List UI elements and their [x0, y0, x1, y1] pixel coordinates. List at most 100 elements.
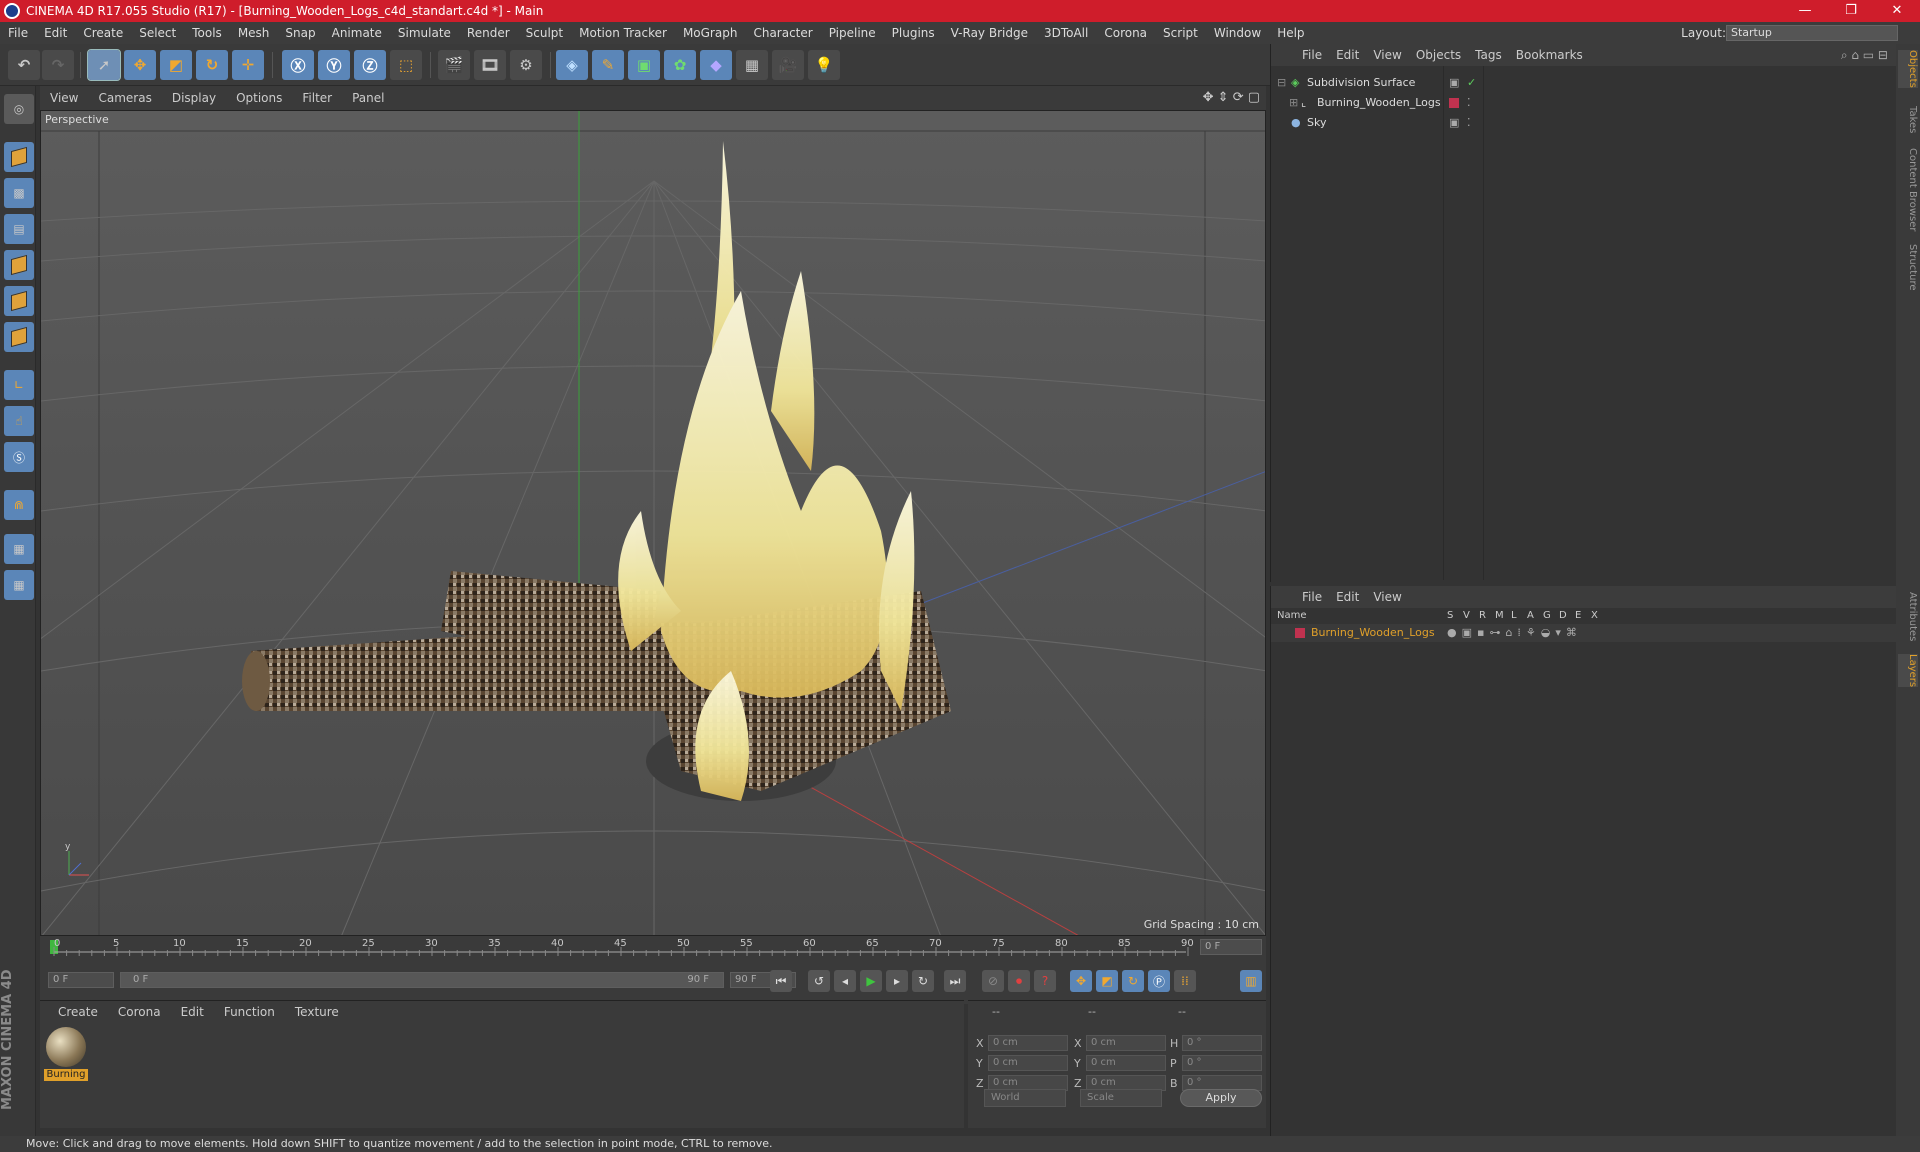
apply-button[interactable]: Apply — [1180, 1089, 1262, 1107]
camera-icon[interactable]: 🎥 — [772, 50, 804, 80]
autokey-icon[interactable]: ⏺ — [1008, 970, 1030, 992]
menu-simulate[interactable]: Simulate — [390, 26, 459, 40]
tab-objects[interactable]: Objects — [1898, 50, 1918, 88]
minimize-button[interactable]: — — [1782, 0, 1828, 22]
record-keys-icon[interactable]: ⊘ — [982, 970, 1004, 992]
viewport-menu-filter[interactable]: Filter — [292, 91, 342, 105]
rotation-p-field[interactable]: 0 ° — [1182, 1055, 1262, 1071]
visibility-dots-icon[interactable]: ⁚ — [1467, 94, 1471, 112]
model-mode-icon[interactable] — [4, 142, 34, 172]
viewport-menu-options[interactable]: Options — [226, 91, 292, 105]
position-y-field[interactable]: 0 cm — [988, 1055, 1068, 1071]
obj-menu-edit[interactable]: Edit — [1329, 48, 1366, 62]
close-button[interactable]: ✕ — [1874, 0, 1920, 22]
material-menu-corona[interactable]: Corona — [108, 1005, 171, 1019]
polygons-mode-icon[interactable] — [4, 322, 34, 352]
key-position-icon[interactable]: ✥ — [1070, 970, 1092, 992]
visibility-dots-icon[interactable]: ⁚ — [1467, 114, 1471, 132]
perspective-viewport[interactable]: y Perspective Grid Spacing : 10 cm — [40, 110, 1266, 936]
x-axis-lock-icon[interactable]: Ⓧ — [282, 50, 314, 80]
render-settings-icon[interactable]: ⚙ — [510, 50, 542, 80]
menu-create[interactable]: Create — [75, 26, 131, 40]
menu-select[interactable]: Select — [131, 26, 184, 40]
menu-animate[interactable]: Animate — [324, 26, 390, 40]
frame-range-slider[interactable]: 0 F 90 F — [120, 972, 724, 988]
tab-content-browser[interactable]: Content Browser — [1898, 148, 1918, 231]
layer-row[interactable]: Burning_Wooden_Logs ●▣▪⊶⌂⁞⚘◒▾⌘ — [1271, 624, 1897, 642]
tweak-mode-icon[interactable]: ☝ — [4, 406, 34, 436]
deformer-icon[interactable]: ◆ — [700, 50, 732, 80]
layer-color-swatch[interactable] — [1295, 624, 1305, 642]
cube-primitive-icon[interactable]: ◈ — [556, 50, 588, 80]
next-key-icon[interactable]: ↻ — [912, 970, 934, 992]
coordinate-system-icon[interactable]: ⬚ — [390, 50, 422, 80]
menu-plugins[interactable]: Plugins — [884, 26, 943, 40]
menu-vray-bridge[interactable]: V-Ray Bridge — [943, 26, 1036, 40]
make-editable-icon[interactable]: ◎ — [4, 94, 34, 124]
render-view-icon[interactable]: 🎬 — [438, 50, 470, 80]
menu-corona[interactable]: Corona — [1096, 26, 1155, 40]
menu-help[interactable]: Help — [1269, 26, 1312, 40]
enabled-check-icon[interactable]: ✓ — [1467, 74, 1476, 92]
cloner-icon[interactable]: ✿ — [664, 50, 696, 80]
tab-attributes[interactable]: Attributes — [1898, 592, 1918, 641]
menu-file[interactable]: File — [0, 26, 36, 40]
material-menu-create[interactable]: Create — [48, 1005, 108, 1019]
key-rotation-icon[interactable]: ↻ — [1122, 970, 1144, 992]
viewport-menu-view[interactable]: View — [40, 91, 88, 105]
viewport-menu-display[interactable]: Display — [162, 91, 226, 105]
restore-button[interactable]: ❐ — [1828, 0, 1874, 22]
redo-icon[interactable]: ↷ — [42, 50, 74, 80]
layer-color-tag[interactable] — [1449, 94, 1459, 112]
menu-mograph[interactable]: MoGraph — [675, 26, 746, 40]
timeline-frame-field[interactable]: 0 F — [1200, 939, 1262, 955]
go-to-end-icon[interactable]: ⏭ — [944, 970, 966, 992]
viewport-nav-icons[interactable]: ✥ ⇕ ⟳ ▢ — [1203, 90, 1260, 105]
layer-menu-file[interactable]: File — [1295, 590, 1329, 604]
layer-menu-view[interactable]: View — [1366, 590, 1408, 604]
edges-mode-icon[interactable] — [4, 286, 34, 316]
viewport-menu-cameras[interactable]: Cameras — [88, 91, 161, 105]
menu-mesh[interactable]: Mesh — [230, 26, 278, 40]
visibility-toggle-icon[interactable]: ▣ — [1449, 74, 1459, 92]
render-to-picture-viewer-icon[interactable]: 🎞 — [474, 50, 506, 80]
go-to-start-icon[interactable]: ⏮ — [770, 970, 792, 992]
coordinate-mode-dropdown[interactable]: World — [984, 1089, 1066, 1107]
material-menu-edit[interactable]: Edit — [171, 1005, 214, 1019]
menu-sculpt[interactable]: Sculpt — [518, 26, 571, 40]
texture-mode-icon[interactable]: ▩ — [4, 178, 34, 208]
menu-character[interactable]: Character — [745, 26, 820, 40]
layout-select[interactable]: Startup — [1726, 25, 1898, 41]
obj-manager-toolbar-icons[interactable]: ⌕ ⌂ ▭ ⊟ — [1841, 48, 1888, 63]
object-row[interactable]: ⊞ ⌞ Burning_Wooden_Logs ⁚ — [1271, 94, 1897, 112]
rotate-tool-icon[interactable]: ↻ — [196, 50, 228, 80]
axis-mode-icon[interactable]: ∟ — [4, 370, 34, 400]
timeline-ruler[interactable]: 0 5 10 15 20 25 30 35 40 45 50 55 60 65 … — [40, 936, 1266, 958]
tab-takes[interactable]: Takes — [1898, 106, 1918, 133]
key-pla-icon[interactable]: ⁞⁞ — [1174, 970, 1196, 992]
light-icon[interactable]: 💡 — [808, 50, 840, 80]
solo-mode-icon[interactable]: Ⓢ — [4, 442, 34, 472]
obj-menu-view[interactable]: View — [1366, 48, 1408, 62]
transform-tool-icon[interactable]: ✛ — [232, 50, 264, 80]
size-x-field[interactable]: 0 cm — [1086, 1035, 1166, 1051]
material-thumbnail[interactable]: Burning — [44, 1027, 88, 1083]
move-tool-icon[interactable]: ✥ — [124, 50, 156, 80]
obj-menu-bookmarks[interactable]: Bookmarks — [1509, 48, 1590, 62]
previous-key-icon[interactable]: ↺ — [808, 970, 830, 992]
play-icon[interactable]: ▶ — [860, 970, 882, 992]
material-menu-texture[interactable]: Texture — [285, 1005, 349, 1019]
object-row[interactable]: ⊟ ◈ Subdivision Surface ▣ ✓ — [1271, 74, 1897, 92]
tab-structure[interactable]: Structure — [1898, 244, 1918, 291]
tab-layers[interactable]: Layers — [1898, 654, 1918, 688]
next-frame-icon[interactable]: ▸ — [886, 970, 908, 992]
undo-icon[interactable]: ↶ — [8, 50, 40, 80]
z-axis-lock-icon[interactable]: Ⓩ — [354, 50, 386, 80]
layer-flags-icons[interactable]: ●▣▪⊶⌂⁞⚘◒▾⌘ — [1447, 624, 1582, 642]
position-x-field[interactable]: 0 cm — [988, 1035, 1068, 1051]
menu-edit[interactable]: Edit — [36, 26, 75, 40]
viewport-menu-panel[interactable]: Panel — [342, 91, 394, 105]
object-row[interactable]: ● Sky ▣ ⁚ — [1271, 114, 1897, 132]
key-parameter-icon[interactable]: Ⓟ — [1148, 970, 1170, 992]
menu-tools[interactable]: Tools — [184, 26, 230, 40]
